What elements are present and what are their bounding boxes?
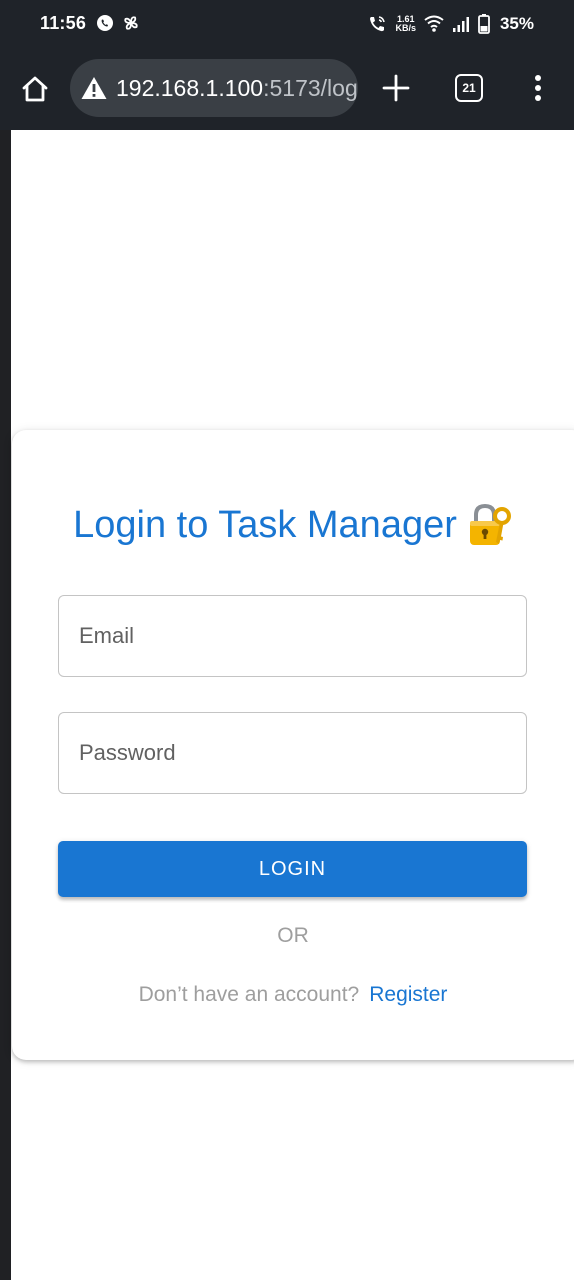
tab-switcher-button[interactable]: 21 (455, 74, 483, 102)
new-tab-button[interactable] (380, 72, 412, 104)
url-host: 192.168.1.100 (116, 74, 264, 101)
register-prompt: Don’t have an account? Register (12, 983, 574, 1007)
tab-count: 21 (462, 81, 476, 95)
login-title: Login to Task Manager (12, 502, 574, 548)
email-field[interactable] (58, 595, 527, 677)
net-speed: 1.61 KB/s (395, 15, 416, 33)
more-vert-icon-dot (535, 75, 541, 81)
battery-icon (478, 14, 490, 34)
whatsapp-icon (97, 15, 113, 31)
login-title-text: Login to Task Manager (73, 503, 457, 546)
lock-with-key-icon (469, 503, 511, 545)
url-text[interactable]: 192.168.1.100:5173/logi (116, 75, 358, 102)
url-path: :5173/logi (263, 74, 358, 101)
email-input[interactable] (59, 596, 526, 676)
register-link[interactable]: Register (369, 983, 447, 1006)
wifi-icon (424, 15, 444, 32)
left-edge-strip (0, 130, 11, 1280)
web-page: Login to Task Manager LOGIN OR Don’t hav… (0, 130, 574, 1280)
home-button[interactable] (18, 72, 52, 106)
net-speed-unit: KB/s (395, 23, 416, 33)
more-vert-icon-dot (535, 95, 541, 101)
signal-icon (452, 17, 469, 32)
login-button[interactable]: LOGIN (58, 841, 527, 897)
password-input[interactable] (59, 713, 526, 793)
login-card: Login to Task Manager LOGIN OR Don’t hav… (12, 430, 574, 1060)
status-bar: 11:56 1.61 KB/s 35% (0, 0, 574, 46)
battery-level: 35% (499, 14, 534, 33)
status-time: 11:56 (40, 13, 87, 33)
password-field[interactable] (58, 712, 527, 794)
warning-icon (81, 77, 107, 99)
or-divider-text: OR (277, 924, 309, 947)
more-vert-icon-dot (535, 85, 541, 91)
site-info-button[interactable] (80, 74, 108, 102)
more-menu-button[interactable] (528, 72, 548, 104)
plus-icon (382, 74, 410, 102)
status-right-group: 1.61 KB/s 35% (367, 12, 534, 36)
browser-toolbar: 192.168.1.100:5173/logi 21 (0, 46, 574, 130)
no-account-text: Don’t have an account? (138, 983, 360, 1006)
pinwheel-icon (124, 16, 138, 30)
phone-call-icon (370, 16, 386, 32)
home-icon (22, 76, 48, 102)
address-bar[interactable]: 192.168.1.100:5173/logi (70, 59, 358, 117)
